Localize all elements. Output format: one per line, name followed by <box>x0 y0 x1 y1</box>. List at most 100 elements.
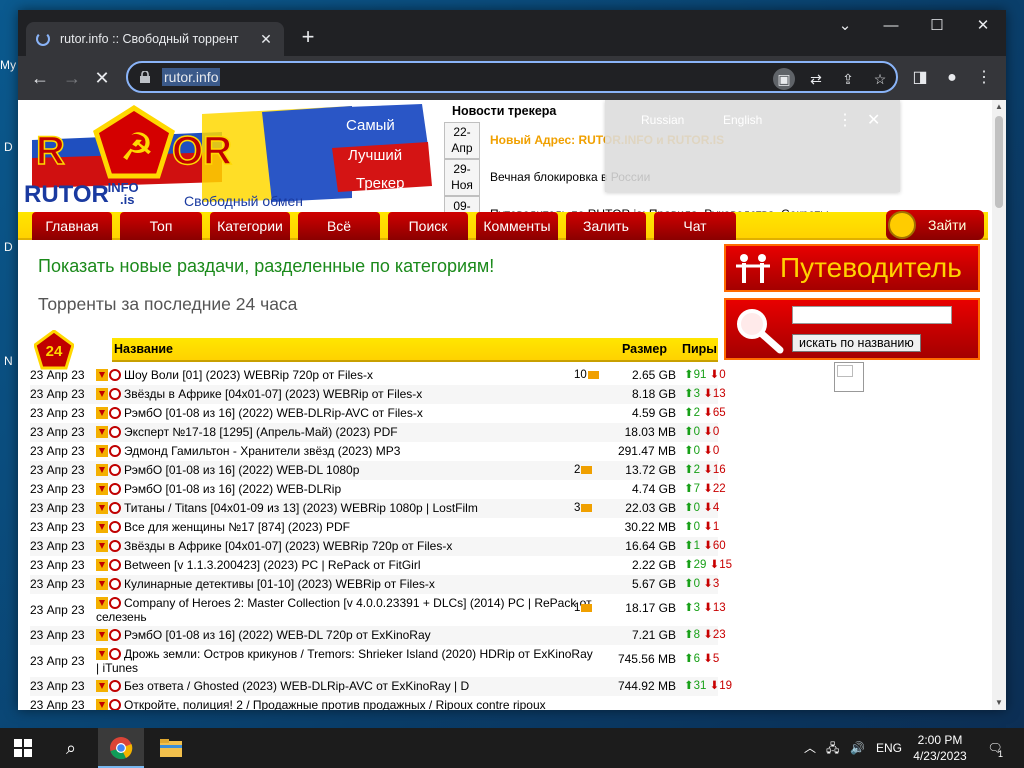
torrent-title-link[interactable]: Кулинарные детективы [01-10] (2023) WEBR… <box>124 575 594 594</box>
seeders-icon: ⬆ <box>684 369 694 381</box>
login-button[interactable]: Зайти <box>886 210 984 240</box>
scroll-down-icon[interactable]: ▼ <box>992 696 1006 710</box>
column-size-header[interactable]: Размер <box>622 342 667 356</box>
minimize-button[interactable]: — <box>868 10 914 42</box>
translate-icon[interactable]: ⇄ <box>805 68 827 90</box>
close-popup-icon[interactable]: ✕ <box>867 110 880 130</box>
scrollbar-thumb[interactable] <box>995 116 1003 208</box>
back-button[interactable]: ← <box>28 66 52 90</box>
share-icon[interactable]: ⇪ <box>837 68 859 90</box>
side-panel-icon[interactable]: ◨ <box>908 66 932 90</box>
network-icon[interactable]: 🖧 <box>826 728 839 768</box>
download-magnet-icon[interactable] <box>96 464 122 476</box>
volume-icon[interactable]: 🔊 <box>850 728 865 768</box>
download-magnet-icon[interactable] <box>96 559 122 571</box>
torrent-title-link[interactable]: РэмбО [01-08 из 16] (2022) WEB-DLRip <box>124 480 594 499</box>
download-magnet-icon[interactable] <box>96 629 122 641</box>
stop-loading-button[interactable]: ✕ <box>90 66 114 90</box>
desktop-icon-label[interactable]: Му <box>0 58 16 72</box>
column-peers-header[interactable]: Пиры <box>682 342 717 356</box>
scroll-up-icon[interactable]: ▲ <box>992 100 1006 114</box>
nav-search[interactable]: Поиск <box>388 212 468 240</box>
search-input[interactable] <box>792 306 952 324</box>
url-text[interactable]: rutor.info <box>162 68 221 86</box>
rutor-logo[interactable]: ☭ R OR RUTOR .INFO .is Свободный обмен С… <box>22 102 438 212</box>
download-magnet-icon[interactable] <box>96 388 122 400</box>
leechers-icon: ⬇ <box>703 502 713 514</box>
show-hidden-icons[interactable]: ︿ <box>804 728 816 768</box>
bookmark-star-icon[interactable]: ☆ <box>869 68 891 90</box>
forward-button[interactable]: → <box>60 66 84 90</box>
download-magnet-icon[interactable] <box>96 699 122 710</box>
row-date: 23 Апр 23 <box>30 628 85 642</box>
nav-all[interactable]: Всё <box>298 212 380 240</box>
torrent-title-link[interactable]: Все для женщины №17 [874] (2023) PDF <box>124 518 594 537</box>
nav-comments[interactable]: Комменты <box>476 212 558 240</box>
torrent-title-link[interactable]: Between [v 1.1.3.200423] (2023) PC | ReP… <box>124 556 594 575</box>
torrent-title-link[interactable]: Дрожь земли: Остров крикунов / Tremors: … <box>96 647 598 675</box>
torrent-size: 16.64 GB <box>625 539 676 553</box>
download-magnet-icon[interactable] <box>96 521 122 533</box>
download-magnet-icon[interactable] <box>96 578 122 590</box>
nav-chat[interactable]: Чат <box>654 212 736 240</box>
browser-tab[interactable]: rutor.info :: Свободный торрент ✕ <box>26 22 284 56</box>
desktop-icon-label[interactable]: N <box>4 354 13 368</box>
translate-target-language[interactable]: English <box>723 113 762 127</box>
column-name-header[interactable]: Название <box>114 342 173 356</box>
tab-search-icon[interactable]: ⌄ <box>822 10 868 42</box>
close-window-button[interactable]: ✕ <box>960 10 1006 42</box>
torrent-list: 23 Апр 23 Шоу Воли [01] (2023) WEBRip 720… <box>30 366 732 710</box>
menu-icon[interactable]: ⋮ <box>972 66 996 90</box>
download-magnet-icon[interactable] <box>96 445 122 457</box>
search-taskbar-icon[interactable]: ⌕ <box>48 728 94 768</box>
torrent-title-link[interactable]: Звёзды в Африке [04x01-07] (2023) WEBRip… <box>124 385 594 404</box>
seeders-icon: ⬆ <box>684 464 694 476</box>
nav-upload[interactable]: Залить <box>566 212 646 240</box>
close-tab-icon[interactable]: ✕ <box>258 31 274 47</box>
start-button[interactable] <box>0 728 46 768</box>
comment-count[interactable]: 3 <box>574 499 593 518</box>
torrent-title-link[interactable]: РэмбО [01-08 из 16] (2022) WEB-DL 720p о… <box>124 626 594 645</box>
nav-top[interactable]: Топ <box>120 212 202 240</box>
download-magnet-icon[interactable] <box>96 483 122 495</box>
nav-home[interactable]: Главная <box>32 212 112 240</box>
torrent-title-link[interactable]: РэмбО [01-08 из 16] (2022) WEB-DL 1080p <box>124 461 594 480</box>
torrent-title-link[interactable]: Эдмонд Гамильтон - Хранители звёзд (2023… <box>124 442 594 461</box>
download-magnet-icon[interactable] <box>96 369 122 381</box>
download-magnet-icon[interactable] <box>96 502 122 514</box>
torrent-title-link[interactable]: Без ответа / Ghosted (2023) WEB-DLRip-AV… <box>124 677 594 696</box>
desktop-icon-label[interactable]: D <box>4 140 13 154</box>
download-magnet-icon[interactable] <box>96 426 122 438</box>
comment-count[interactable]: 1 <box>574 601 593 615</box>
torrent-title-link[interactable]: Эксперт №17-18 [1295] (Апрель-Май) (2023… <box>124 423 594 442</box>
more-options-icon[interactable]: ⋮ <box>837 110 853 130</box>
chrome-taskbar-icon[interactable] <box>98 728 144 768</box>
install-app-icon[interactable]: ▣ <box>773 68 795 90</box>
torrent-title-link[interactable]: Company of Heroes 2: Master Collection [… <box>96 596 598 624</box>
maximize-button[interactable]: ☐ <box>914 10 960 42</box>
system-clock[interactable]: 2:00 PM 4/23/2023 <box>900 732 980 764</box>
download-magnet-icon[interactable] <box>96 540 122 552</box>
guide-button[interactable]: Путеводитель <box>724 244 980 292</box>
comment-count[interactable]: 10 <box>574 366 599 385</box>
download-magnet-icon[interactable] <box>96 680 122 692</box>
torrent-title-link[interactable]: Шоу Воли [01] (2023) WEBRip 720p от File… <box>124 366 594 385</box>
language-indicator[interactable]: ENG <box>876 728 902 768</box>
page-scrollbar[interactable]: ▲ ▼ <box>992 100 1006 710</box>
torrent-title-link[interactable]: Звёзды в Африке [04x01-07] (2023) WEBRip… <box>124 537 594 556</box>
peers: ⬆2 ⬇16 <box>684 461 726 480</box>
search-button[interactable]: искать по названию <box>792 334 921 352</box>
torrent-title-link[interactable]: РэмбО [01-08 из 16] (2022) WEB-DLRip-AVC… <box>124 404 594 423</box>
torrent-title-link[interactable]: Откройте, полиция! 2 / Продажные против … <box>124 696 594 710</box>
comment-count[interactable]: 2 <box>574 461 593 480</box>
profile-icon[interactable]: ● <box>940 66 964 90</box>
new-tab-button[interactable]: + <box>296 26 320 50</box>
translate-source-language[interactable]: Russian <box>641 113 684 127</box>
nav-categories[interactable]: Категории <box>210 212 290 240</box>
desktop-icon-label[interactable]: D <box>4 240 13 254</box>
download-magnet-icon[interactable] <box>96 407 122 419</box>
address-bar[interactable]: rutor.info ▣ ⇄ ⇪ ☆ <box>126 61 898 93</box>
file-explorer-taskbar-icon[interactable] <box>148 728 194 768</box>
torrent-title-link[interactable]: Титаны / Titans [04x01-09 из 13] (2023) … <box>124 499 594 518</box>
show-by-category-link[interactable]: Показать новые раздачи, разделенные по к… <box>38 256 494 277</box>
